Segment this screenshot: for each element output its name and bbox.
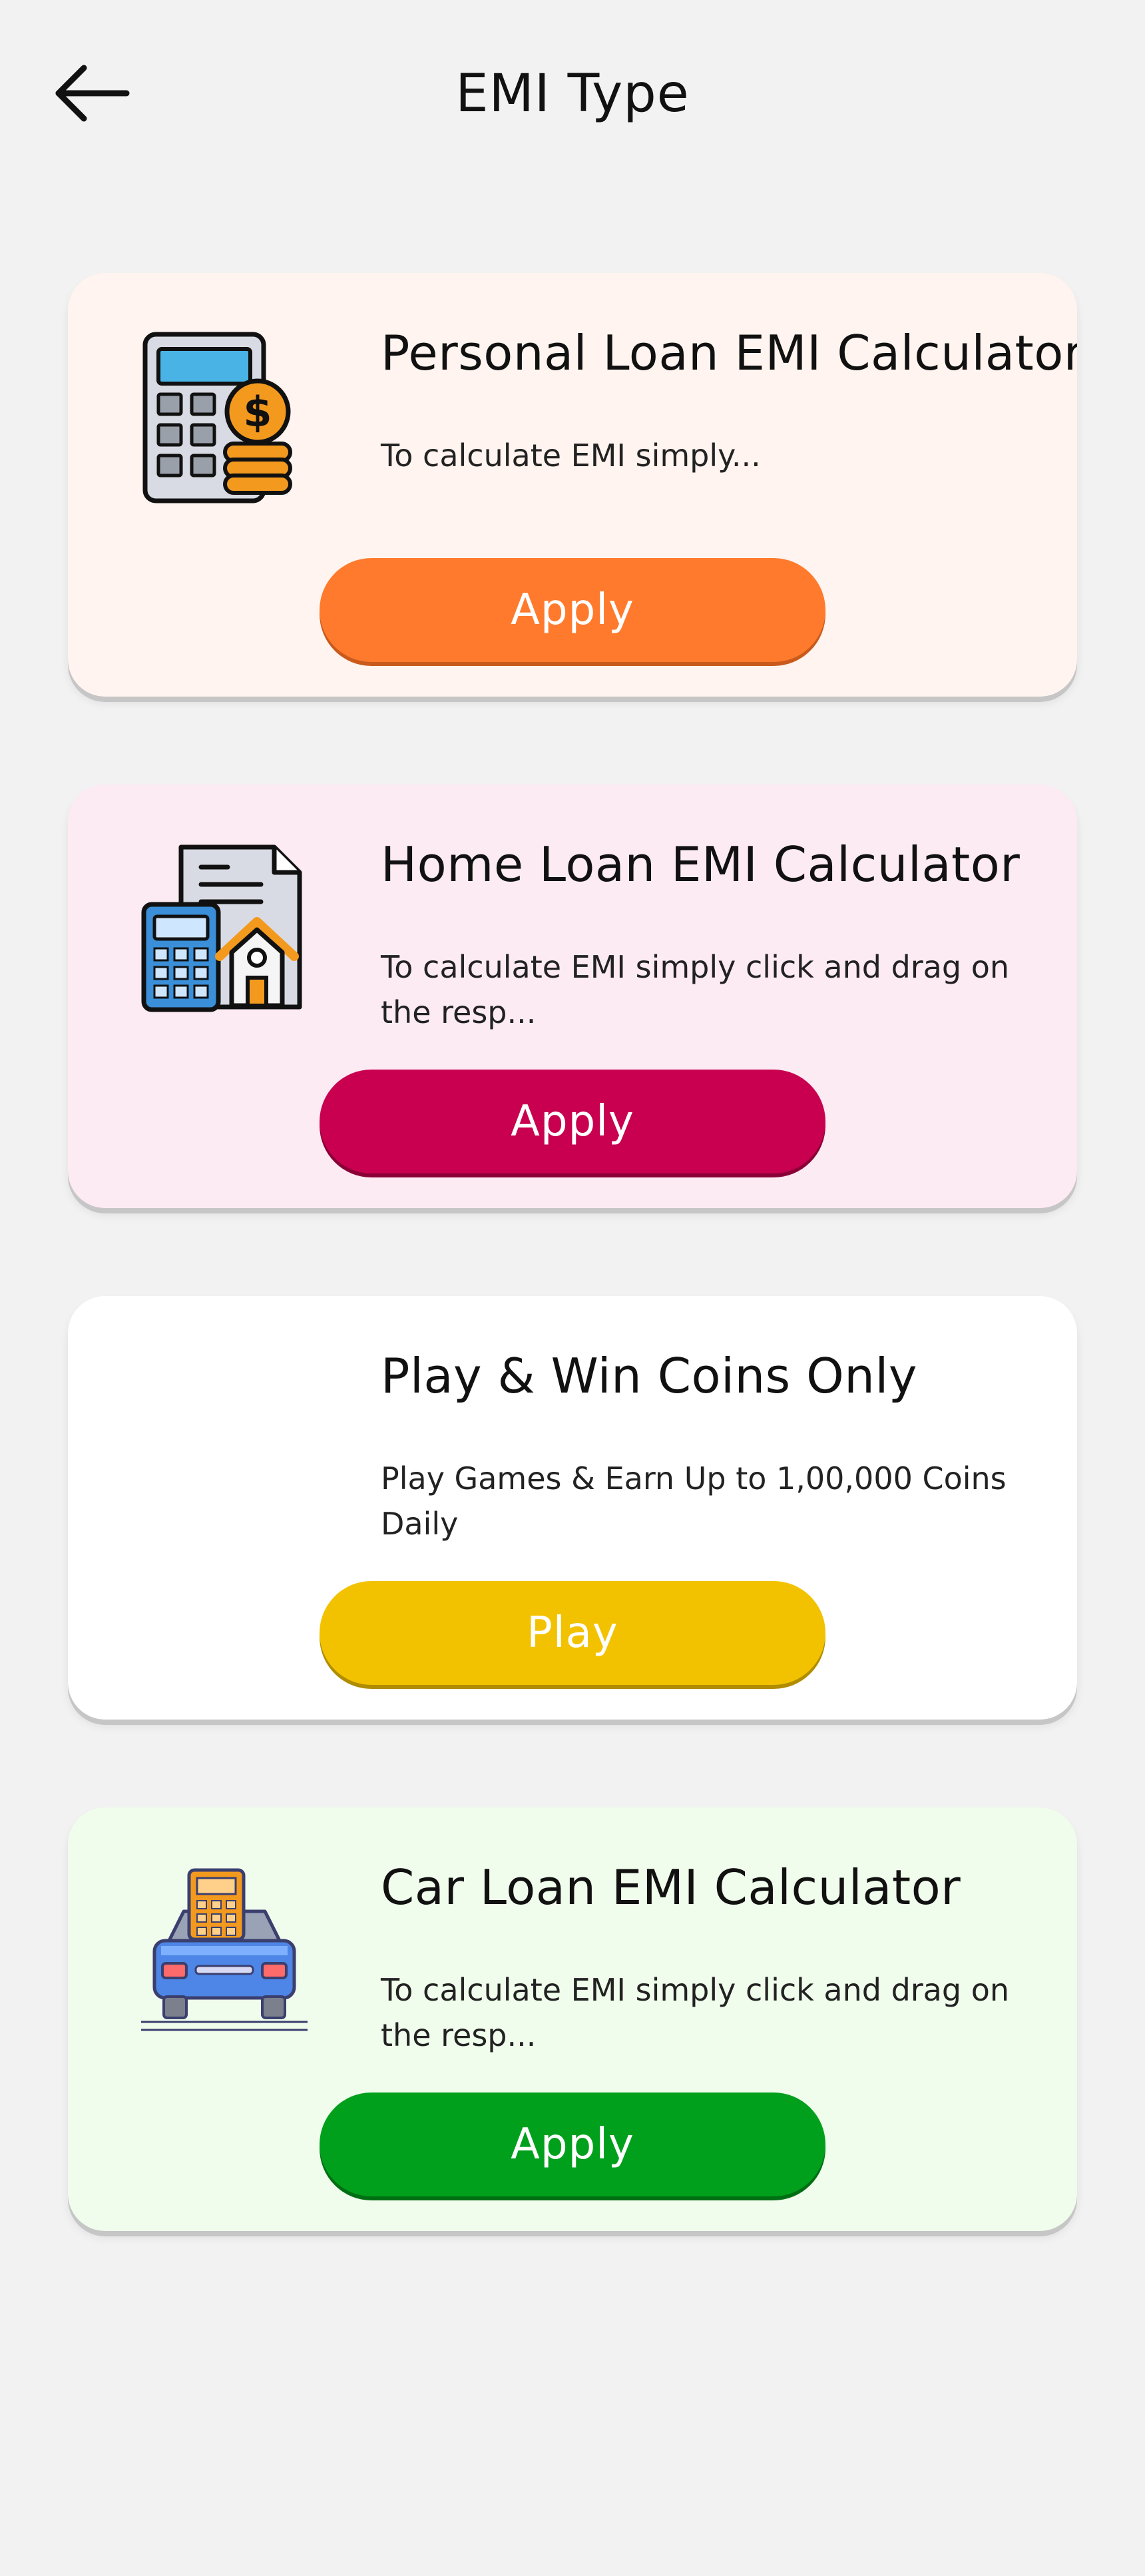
- card-title: Play & Win Coins Only: [381, 1348, 917, 1404]
- page-title: EMI Type: [455, 64, 690, 124]
- apply-button[interactable]: Apply: [320, 1070, 825, 1173]
- apply-button[interactable]: Apply: [320, 558, 825, 662]
- car-calculator-icon: [134, 1861, 314, 2041]
- home-loan-card[interactable]: Home Loan EMI Calculator To calculate EM…: [68, 785, 1077, 1208]
- car-loan-card[interactable]: Car Loan EMI Calculator To calculate EMI…: [68, 1807, 1077, 2231]
- play-win-card[interactable]: Play & Win Coins Only Play Games & Earn …: [68, 1296, 1077, 1720]
- card-description: To calculate EMI simply...: [381, 438, 761, 474]
- card-title: Car Loan EMI Calculator: [381, 1859, 961, 1915]
- play-button[interactable]: Play: [320, 1581, 825, 1685]
- card-description: To calculate EMI simply click and drag o…: [381, 949, 1009, 1030]
- personal-loan-card[interactable]: $ Personal Loan EMI Calculator To calcul…: [68, 273, 1077, 697]
- card-title: Personal Loan EMI Calculator: [381, 325, 1077, 381]
- apply-button[interactable]: Apply: [320, 2093, 825, 2196]
- home-loan-calculator-icon: [134, 838, 314, 1018]
- svg-text:$: $: [243, 388, 272, 436]
- calculator-coins-icon: $: [134, 326, 314, 506]
- card-description: Play Games & Earn Up to 1,00,000 Coins D…: [381, 1460, 1007, 1542]
- app-header: EMI Type: [0, 0, 1145, 186]
- card-title: Home Loan EMI Calculator: [381, 836, 1021, 892]
- card-description: To calculate EMI simply click and drag o…: [381, 1972, 1009, 2053]
